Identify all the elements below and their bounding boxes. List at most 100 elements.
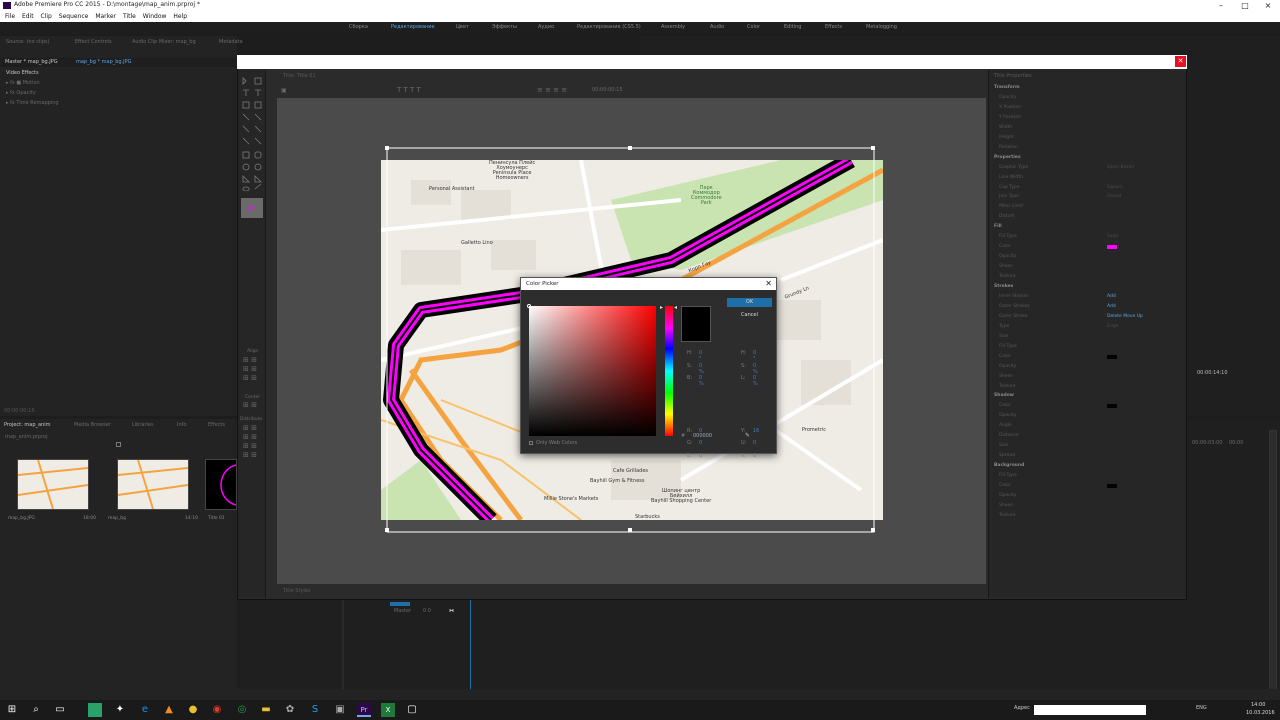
titler-close-button[interactable]: ✕ bbox=[1175, 56, 1186, 67]
property-row[interactable]: Distance bbox=[992, 432, 1184, 441]
property-color-swatch[interactable] bbox=[1107, 245, 1117, 250]
property-row[interactable]: Fill Type bbox=[992, 472, 1184, 481]
only-web-colors-checkbox[interactable] bbox=[529, 441, 533, 445]
master-clip-label[interactable]: Master * map_bg.JPG bbox=[5, 59, 58, 65]
color-field-input[interactable]: 0 % bbox=[753, 363, 758, 375]
premiere-pro-taskbar-icon[interactable]: Pr bbox=[357, 703, 371, 717]
menu-marker[interactable]: Marker bbox=[95, 13, 116, 20]
color-field-input[interactable]: 0 ° bbox=[753, 350, 756, 362]
workspace-tab-8[interactable]: Color bbox=[747, 24, 760, 30]
address-toolbar-input[interactable] bbox=[1034, 705, 1146, 715]
workspace-tab-4[interactable]: Аудио bbox=[538, 24, 554, 30]
clock-time[interactable]: 14:00 bbox=[1251, 702, 1265, 708]
property-row[interactable]: Sheen bbox=[992, 263, 1184, 272]
workspace-tab-6[interactable]: Assembly bbox=[661, 24, 685, 30]
property-row[interactable]: Opacity bbox=[992, 94, 1184, 103]
skype-icon[interactable]: S bbox=[308, 703, 322, 717]
workspace-tab-10[interactable]: Effects bbox=[825, 24, 842, 30]
property-row[interactable]: Fill Type Solid bbox=[992, 233, 1184, 242]
property-row[interactable]: Size bbox=[992, 333, 1184, 342]
new-bin-icon[interactable] bbox=[116, 442, 121, 447]
workspace-tab-5[interactable]: Редактирование (CS5.5) bbox=[577, 24, 641, 30]
vlc-icon[interactable]: ▲ bbox=[162, 703, 176, 717]
hue-slider-handle-left[interactable]: ▸ bbox=[660, 304, 663, 311]
property-color-swatch[interactable] bbox=[1107, 484, 1117, 488]
effect-opacity[interactable]: ▸ fx Opacity bbox=[6, 90, 36, 96]
property-row[interactable]: Rotation bbox=[992, 144, 1184, 153]
titler-tools-grid[interactable] bbox=[241, 76, 263, 191]
property-row[interactable]: Type Edge bbox=[992, 323, 1184, 332]
property-row[interactable]: Join Type Round bbox=[992, 193, 1184, 202]
hex-input[interactable]: 000000 bbox=[693, 433, 712, 439]
property-row[interactable]: Opacity bbox=[992, 253, 1184, 262]
thumb-map-bg-jpg[interactable] bbox=[17, 459, 89, 510]
property-row[interactable]: Color bbox=[992, 402, 1184, 411]
menu-help[interactable]: Help bbox=[173, 13, 187, 20]
property-value[interactable]: Open Bezier bbox=[1107, 165, 1135, 170]
property-row[interactable]: Size bbox=[992, 442, 1184, 451]
toolbar-text-T-icon[interactable]: T T T T bbox=[397, 86, 421, 94]
color-field-input[interactable]: 0 bbox=[699, 440, 702, 446]
property-value[interactable]: Round bbox=[1107, 194, 1121, 199]
property-value[interactable]: Add bbox=[1107, 304, 1116, 309]
vertical-scrollbar[interactable] bbox=[1269, 430, 1277, 695]
property-row[interactable]: Fill Type bbox=[992, 343, 1184, 352]
property-row[interactable]: Sheen bbox=[992, 502, 1184, 511]
taskbar-app-icon-3[interactable]: ✿ bbox=[283, 703, 297, 717]
hue-slider[interactable] bbox=[665, 306, 673, 436]
property-color-swatch[interactable] bbox=[1107, 354, 1117, 359]
active-clip-label[interactable]: map_bg * map_bg.JPG bbox=[76, 59, 132, 65]
workspace-tab-2[interactable]: Цвет bbox=[456, 24, 469, 30]
toolbar-align-icon[interactable]: ≡ ≡ ≡ ≡ bbox=[537, 86, 567, 94]
timeline-playhead[interactable] bbox=[470, 600, 471, 689]
property-row[interactable]: Color bbox=[992, 353, 1184, 362]
property-row[interactable]: Texture bbox=[992, 383, 1184, 392]
workspace-tab-0[interactable]: Сборка bbox=[349, 24, 368, 30]
property-row[interactable]: X Position bbox=[992, 104, 1184, 113]
property-row[interactable]: Opacity bbox=[992, 492, 1184, 501]
property-color-swatch[interactable] bbox=[1107, 404, 1117, 409]
property-value[interactable]: Square bbox=[1107, 185, 1123, 190]
thumb-map-bg-sequence[interactable] bbox=[117, 459, 189, 510]
tab-audio-clip-mixer[interactable]: Audio Clip Mixer: map_bg bbox=[132, 39, 196, 45]
color-field-input[interactable]: 0 % bbox=[699, 363, 704, 375]
property-value[interactable]: Add bbox=[1107, 294, 1116, 299]
cancel-button[interactable]: Cancel bbox=[727, 311, 772, 320]
workspace-tab-1[interactable]: Редактирование bbox=[391, 24, 435, 30]
property-row[interactable]: Color bbox=[992, 482, 1184, 491]
color-field-input[interactable]: 0 % bbox=[753, 375, 758, 387]
property-row[interactable]: Cap Type Square bbox=[992, 184, 1184, 193]
property-row[interactable]: Color bbox=[992, 243, 1184, 252]
property-row[interactable]: Y Position bbox=[992, 114, 1184, 123]
property-row[interactable]: Shadow bbox=[992, 392, 1184, 401]
color-field-cursor[interactable] bbox=[527, 304, 531, 308]
start-button-icon[interactable]: ⊞ bbox=[5, 703, 19, 717]
excel-icon[interactable]: X bbox=[381, 703, 395, 717]
taskbar-app-icon-5[interactable]: ▢ bbox=[405, 703, 419, 717]
minimize-button[interactable]: – bbox=[1210, 0, 1232, 11]
effect-time-remapping[interactable]: ▸ fx Time Remapping bbox=[6, 100, 59, 106]
browser-icon[interactable]: ◎ bbox=[235, 703, 249, 717]
property-row[interactable]: Outer Stroke Delete Move Up bbox=[992, 313, 1184, 322]
eyedropper-icon[interactable]: ✎ bbox=[745, 432, 750, 439]
project-tab-4[interactable]: Effects bbox=[208, 422, 225, 428]
color-field-input[interactable]: 0 % bbox=[699, 375, 704, 387]
property-row[interactable]: Properties bbox=[992, 154, 1184, 163]
property-row[interactable]: Spread bbox=[992, 452, 1184, 461]
project-tab-1[interactable]: Media Browser bbox=[74, 422, 111, 428]
property-row[interactable]: Height bbox=[992, 134, 1184, 143]
ok-button[interactable]: OK bbox=[727, 298, 772, 307]
property-row[interactable]: Transform bbox=[992, 84, 1184, 93]
property-value[interactable]: Edge bbox=[1107, 324, 1118, 329]
project-tab-3[interactable]: Info bbox=[177, 422, 186, 428]
opera-icon[interactable]: ◉ bbox=[210, 703, 224, 717]
menu-edit[interactable]: Edit bbox=[22, 13, 34, 20]
workspace-tab-7[interactable]: Audio bbox=[710, 24, 724, 30]
hue-slider-handle-right[interactable]: ◂ bbox=[674, 304, 677, 311]
titler-tab-title[interactable]: Title: Title 01 bbox=[283, 73, 316, 79]
property-row[interactable]: Miter Limit bbox=[992, 203, 1184, 212]
property-row[interactable]: Texture bbox=[992, 512, 1184, 521]
property-row[interactable]: Background bbox=[992, 462, 1184, 471]
task-view-icon[interactable]: ▭ bbox=[53, 703, 67, 717]
menu-window[interactable]: Window bbox=[143, 13, 167, 20]
